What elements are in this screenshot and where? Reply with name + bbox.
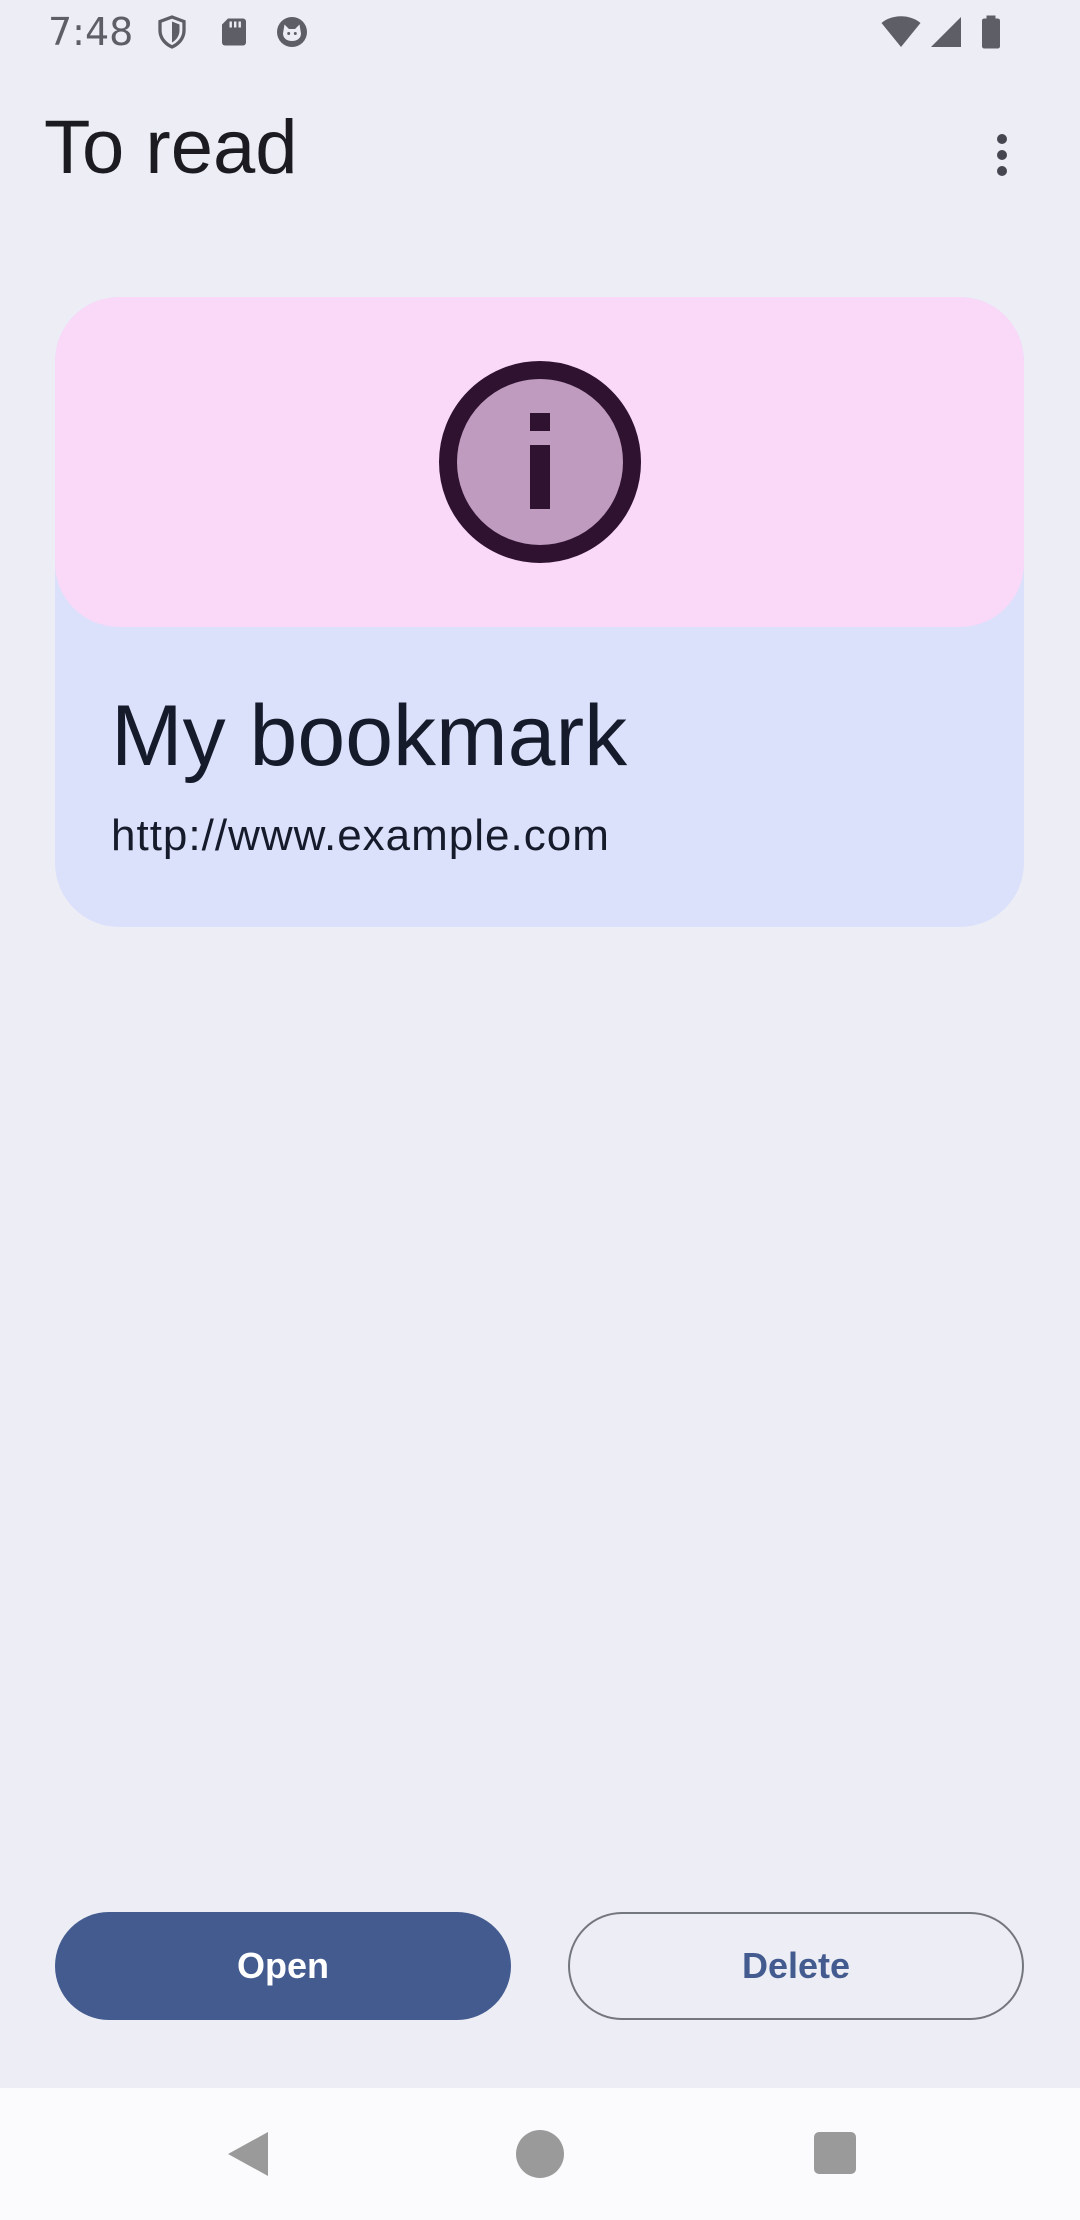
- bookmark-card[interactable]: My bookmark http://www.example.com: [55, 297, 1024, 927]
- navigation-bar: [0, 2088, 1080, 2220]
- shield-icon: [154, 14, 190, 50]
- more-options-button[interactable]: [972, 122, 1032, 188]
- recents-icon[interactable]: [814, 2132, 856, 2174]
- card-banner: [55, 297, 1024, 627]
- cat-icon: [274, 14, 310, 50]
- open-button[interactable]: Open: [55, 1912, 511, 2020]
- info-icon: [439, 361, 641, 563]
- home-icon[interactable]: [516, 2130, 564, 2178]
- bookmark-title: My bookmark: [111, 688, 628, 784]
- bookmark-url: http://www.example.com: [111, 811, 610, 860]
- page-title: To read: [44, 105, 298, 190]
- more-vert-icon: [997, 134, 1007, 144]
- battery-icon: [978, 14, 1004, 50]
- status-time: 7:48: [48, 10, 134, 54]
- back-icon[interactable]: [224, 2130, 272, 2178]
- sd-card-icon: [216, 14, 252, 50]
- cell-signal-icon: [928, 14, 964, 50]
- wifi-icon: [880, 14, 922, 50]
- delete-button[interactable]: Delete: [568, 1912, 1024, 2020]
- status-bar: 7:48: [0, 0, 1080, 66]
